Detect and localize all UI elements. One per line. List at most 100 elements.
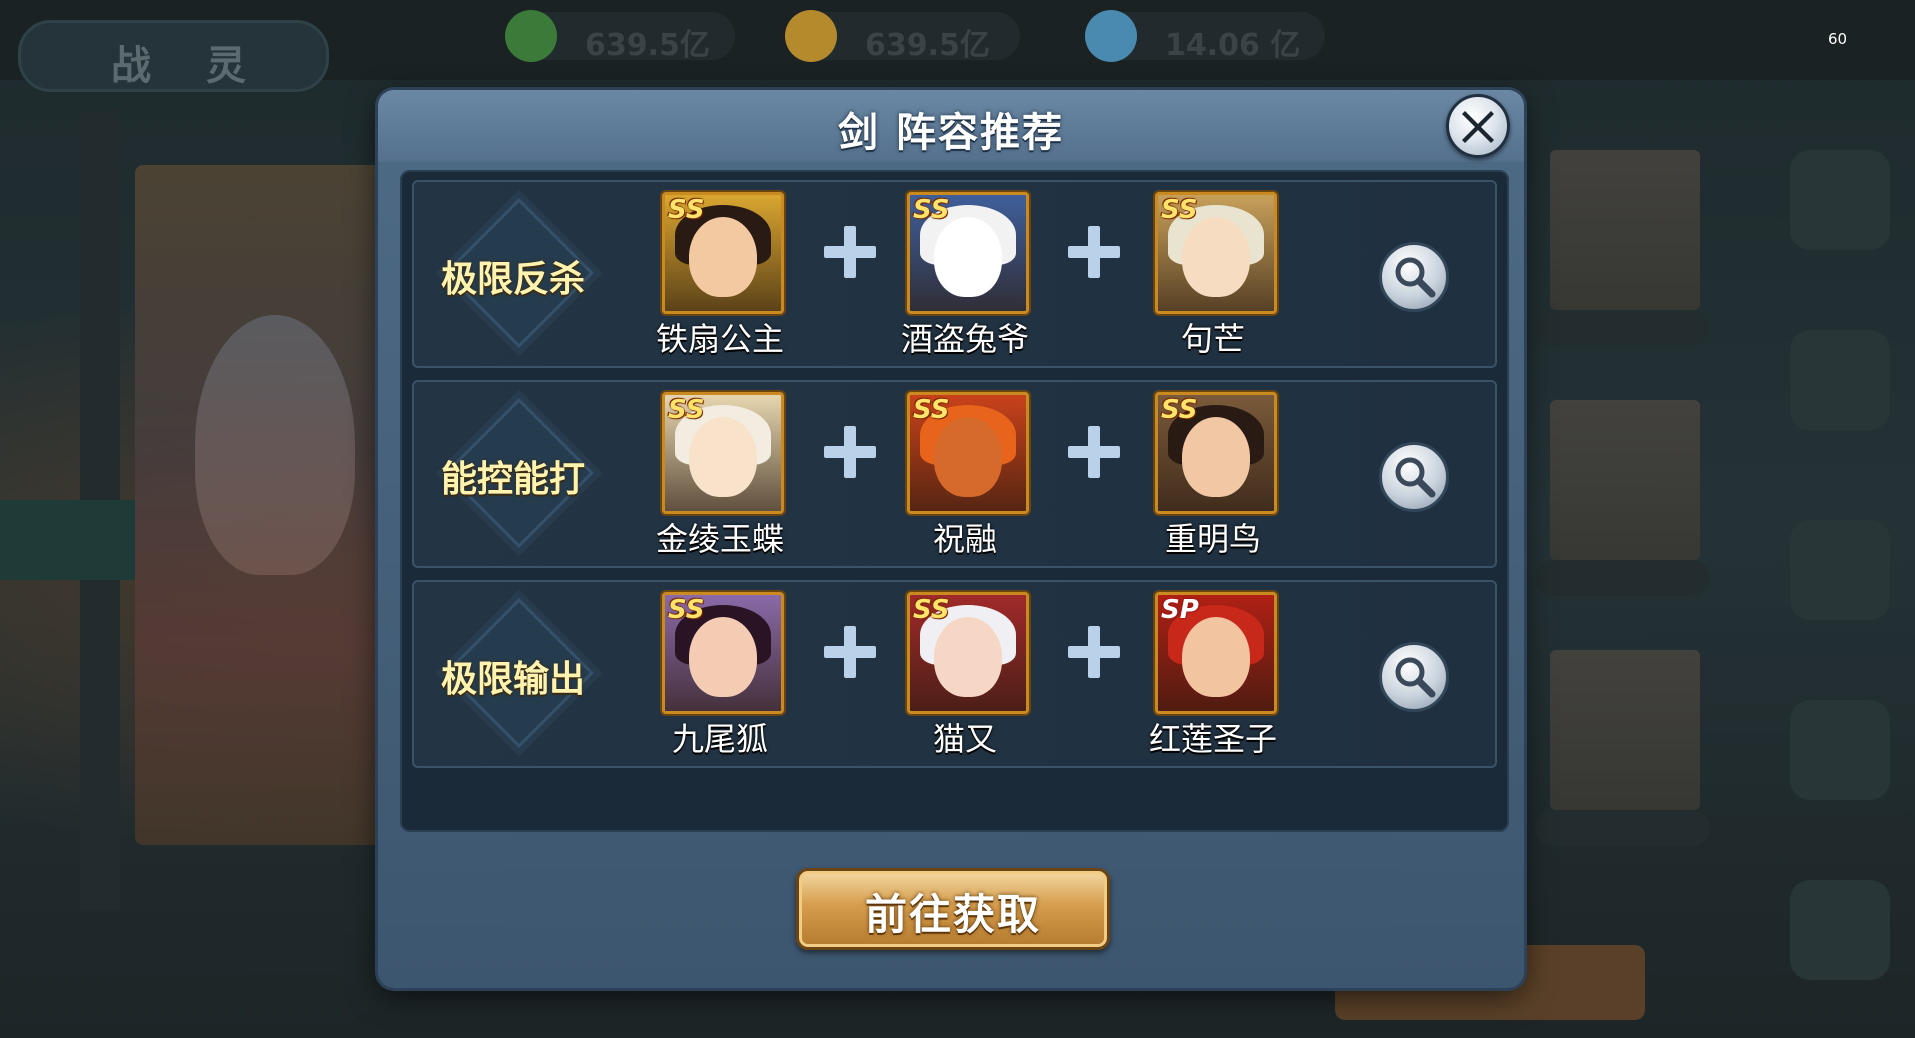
rank-badge: SS bbox=[1161, 195, 1198, 225]
hero-face bbox=[934, 217, 1002, 297]
side-tab[interactable] bbox=[0, 500, 135, 580]
hero-face bbox=[689, 617, 757, 697]
rank-badge: SS bbox=[668, 395, 705, 425]
lineup-label: 极限输出 bbox=[440, 658, 585, 700]
hero-showcase bbox=[135, 165, 395, 845]
lineup-badge: 能控能打 bbox=[418, 398, 608, 550]
rank-badge: SS bbox=[668, 595, 705, 625]
hero-face bbox=[1182, 617, 1250, 697]
view-lineup-button[interactable] bbox=[1379, 442, 1449, 512]
dialog-title: 剑 阵容推荐 bbox=[838, 109, 1064, 156]
hero-portrait[interactable]: SS bbox=[907, 392, 1029, 514]
hero-name: 重明鸟 bbox=[1164, 520, 1261, 558]
view-lineup-button[interactable] bbox=[1379, 242, 1449, 312]
rank-badge: SS bbox=[913, 595, 950, 625]
menu-icon[interactable] bbox=[1790, 330, 1890, 430]
hero-portrait[interactable]: SS bbox=[1155, 192, 1277, 314]
hero-name: 句芒 bbox=[1180, 320, 1245, 358]
hero-name: 猫又 bbox=[932, 720, 997, 758]
rank-badge: SS bbox=[913, 395, 950, 425]
hero-card[interactable]: SS 重明鸟 bbox=[1130, 392, 1280, 560]
hero-card[interactable]: SP 红莲圣子 bbox=[1130, 592, 1280, 760]
hero-name: 酒盗兔爷 bbox=[900, 320, 1029, 358]
magnifier-icon bbox=[1395, 457, 1436, 498]
lineup-row: 极限反杀 SS 铁扇公主 SS 酒盗兔爷 SS 句芒 bbox=[412, 180, 1497, 368]
resource-jade[interactable]: 639.5亿 bbox=[505, 10, 735, 63]
resource-crystal[interactable]: 14.06 亿 bbox=[1085, 10, 1325, 63]
hero-card[interactable]: SS 猫又 bbox=[882, 592, 1032, 760]
go-obtain-button[interactable]: 前往获取 bbox=[796, 868, 1110, 950]
lineup-row: 能控能打 SS 金绫玉蝶 SS 祝融 SS 重明鸟 bbox=[412, 380, 1497, 568]
hero-portrait[interactable]: SS bbox=[662, 392, 784, 514]
hero-face bbox=[1182, 417, 1250, 497]
hero-portrait bbox=[195, 315, 355, 575]
resource-value: 639.5亿 bbox=[865, 28, 990, 63]
resource-value: 14.06 亿 bbox=[1165, 28, 1301, 63]
gold-ingot-icon bbox=[785, 10, 837, 62]
lineup-label: 极限反杀 bbox=[440, 258, 585, 300]
back-button-char: 灵 bbox=[206, 43, 246, 89]
hero-name: 祝融 bbox=[932, 520, 997, 558]
lineup-badge: 极限反杀 bbox=[418, 198, 608, 350]
lineup-label: 能控能打 bbox=[440, 458, 585, 500]
resource-value: 639.5亿 bbox=[585, 28, 710, 63]
magnifier-icon bbox=[1395, 657, 1436, 698]
hero-card[interactable]: SS 金绫玉蝶 bbox=[637, 392, 787, 560]
lineup-row: 极限输出 SS 九尾狐 SS 猫又 SP 红莲圣子 bbox=[412, 580, 1497, 768]
hero-face bbox=[934, 617, 1002, 697]
hero-card[interactable]: SS 九尾狐 bbox=[637, 592, 787, 760]
rank-badge: SS bbox=[1161, 395, 1198, 425]
back-button[interactable]: 战 灵 bbox=[18, 20, 329, 92]
hero-portrait[interactable]: SS bbox=[662, 192, 784, 314]
menu-icon[interactable] bbox=[1790, 150, 1890, 250]
plus-icon bbox=[1064, 222, 1124, 282]
hero-face bbox=[1182, 217, 1250, 297]
view-lineup-button[interactable] bbox=[1379, 642, 1449, 712]
jade-icon bbox=[505, 10, 557, 62]
rank-badge: SS bbox=[668, 195, 705, 225]
menu-icon[interactable] bbox=[1790, 520, 1890, 620]
formation-card[interactable] bbox=[1550, 150, 1700, 310]
plus-icon bbox=[820, 622, 880, 682]
hero-portrait[interactable]: SS bbox=[907, 592, 1029, 714]
formation-card[interactable] bbox=[1550, 400, 1700, 560]
close-button[interactable] bbox=[1446, 94, 1510, 158]
formation-card[interactable] bbox=[1550, 650, 1700, 810]
close-icon bbox=[1462, 111, 1494, 143]
crystal-icon bbox=[1085, 10, 1137, 62]
menu-icon[interactable] bbox=[1790, 880, 1890, 980]
magnifier-icon bbox=[1395, 257, 1436, 298]
rank-badge: SS bbox=[913, 195, 950, 225]
hero-face bbox=[689, 217, 757, 297]
hero-card[interactable]: SS 句芒 bbox=[1130, 192, 1280, 360]
hero-card[interactable]: SS 铁扇公主 bbox=[637, 192, 787, 360]
plus-icon bbox=[1064, 622, 1124, 682]
hero-portrait[interactable]: SS bbox=[662, 592, 784, 714]
hero-name: 金绫玉蝶 bbox=[655, 520, 784, 558]
lineup-badge: 极限输出 bbox=[418, 598, 608, 750]
lineup-panel: 极限反杀 SS 铁扇公主 SS 酒盗兔爷 SS 句芒 能控能打 SS 金绫玉蝶 … bbox=[400, 170, 1509, 832]
hero-portrait[interactable]: SS bbox=[1155, 392, 1277, 514]
plus-icon bbox=[1064, 422, 1124, 482]
formation-card-label bbox=[1535, 560, 1710, 596]
lineup-recommend-dialog: 剑 阵容推荐 极限反杀 SS 铁扇公主 SS 酒盗兔爷 SS 句芒 能控能打 S… bbox=[378, 90, 1524, 988]
hero-card[interactable]: SS 祝融 bbox=[882, 392, 1032, 560]
hero-name: 红莲圣子 bbox=[1148, 720, 1277, 758]
hero-name: 九尾狐 bbox=[671, 720, 768, 758]
plus-icon bbox=[820, 222, 880, 282]
back-button-char: 战 bbox=[111, 43, 151, 89]
resource-gold[interactable]: 639.5亿 bbox=[785, 10, 1020, 63]
rank-badge: SP bbox=[1161, 595, 1199, 625]
hero-portrait[interactable]: SP bbox=[1155, 592, 1277, 714]
go-obtain-label: 前往获取 bbox=[864, 890, 1041, 939]
formation-card-label bbox=[1535, 810, 1710, 846]
hero-portrait[interactable]: SS bbox=[907, 192, 1029, 314]
hero-face bbox=[934, 417, 1002, 497]
hero-card[interactable]: SS 酒盗兔爷 bbox=[882, 192, 1032, 360]
menu-icon[interactable] bbox=[1790, 700, 1890, 800]
hero-name: 铁扇公主 bbox=[655, 320, 784, 358]
hero-face bbox=[689, 417, 757, 497]
formation-card-label bbox=[1535, 310, 1710, 346]
plus-icon bbox=[820, 422, 880, 482]
fps-counter: 60 bbox=[1828, 30, 1848, 48]
